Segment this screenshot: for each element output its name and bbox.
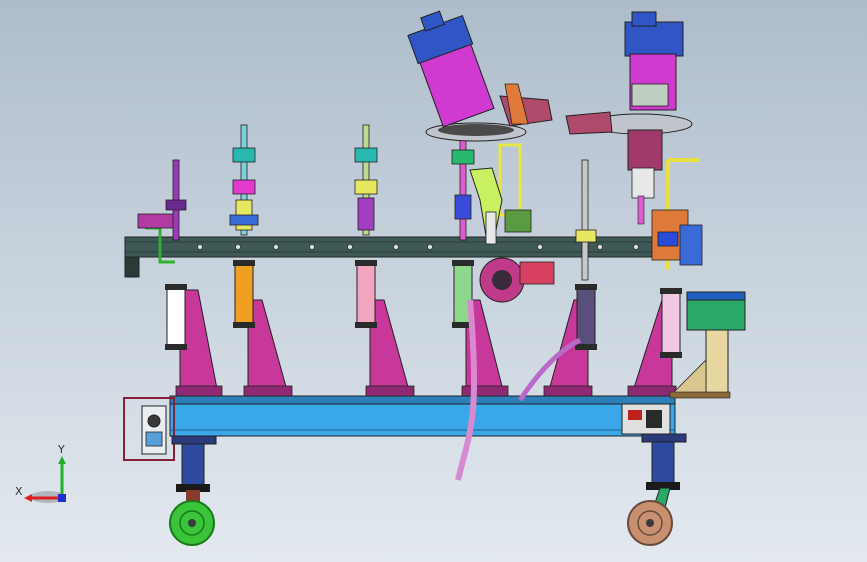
clamp-tower-3: [354, 124, 378, 236]
cabinet-body: [686, 299, 746, 331]
base-frame-body: [169, 403, 676, 437]
left-leg-column: [181, 443, 205, 489]
gusset-2: [247, 299, 289, 395]
coordinate-triad: X Y: [15, 443, 66, 503]
gusset-1: [179, 289, 219, 395]
cylinder: [576, 285, 596, 349]
cylinder: [166, 285, 186, 349]
cad-viewport[interactable]: X Y: [0, 0, 867, 562]
cylinder: [661, 289, 681, 357]
clamp-cylinders: [165, 260, 682, 358]
robot-arm-left: [407, 10, 553, 245]
right-leg-column: [651, 441, 675, 487]
clamp-tower-5: [575, 159, 597, 281]
clamp-tower-6: [651, 158, 703, 270]
beam-body: [124, 236, 656, 258]
pressure-gauge: [147, 414, 161, 428]
filter-regulator: [141, 405, 167, 455]
triad-x-label: X: [15, 485, 23, 498]
cylinder: [234, 261, 254, 327]
robot-right-cap: [624, 21, 684, 57]
clamp-tower-2: [229, 124, 259, 236]
base-frame: [123, 395, 676, 461]
casters: [169, 433, 687, 546]
fixture-assembly-drawing: X Y: [15, 10, 746, 546]
cylinder: [356, 261, 376, 327]
cabinet-post: [705, 329, 729, 395]
triad-origin: [58, 494, 66, 502]
gusset-3: [369, 299, 411, 395]
right-cabinet: [669, 291, 746, 399]
main-beam: [124, 213, 656, 278]
triad-y-label: Y: [57, 443, 65, 456]
